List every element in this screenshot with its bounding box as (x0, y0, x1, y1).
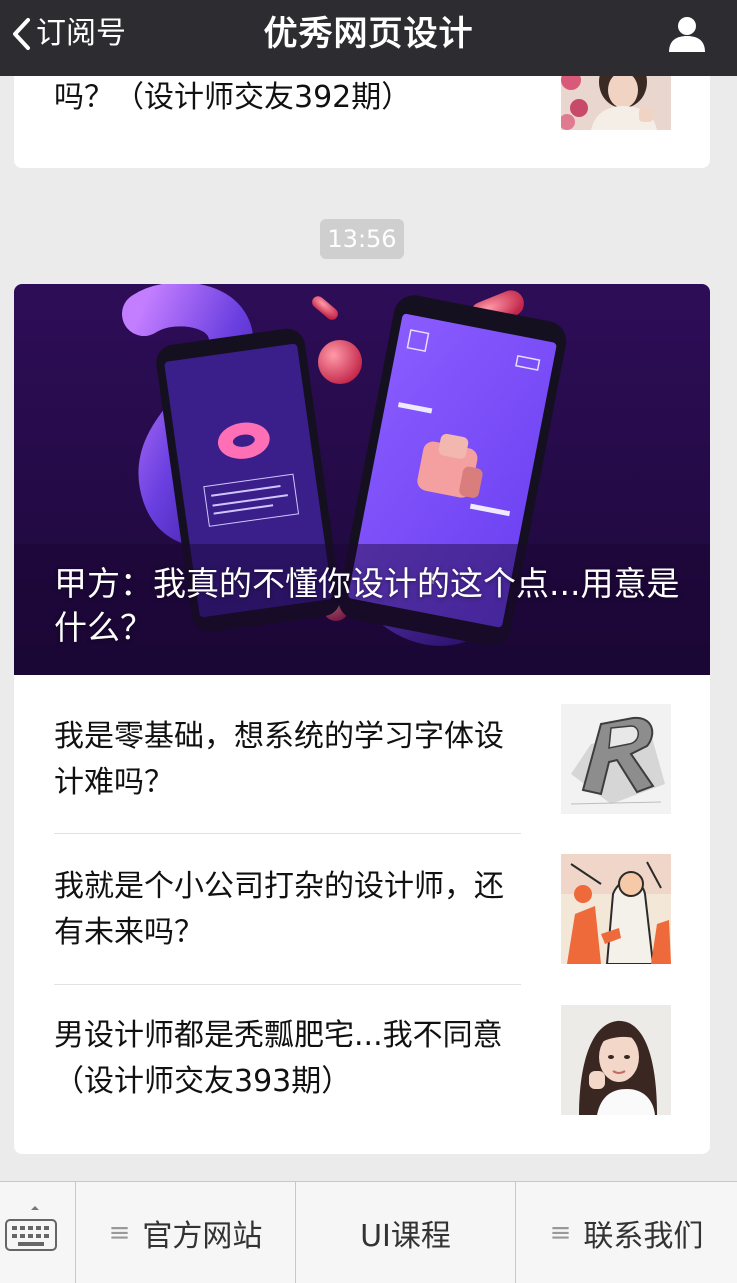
profile-button[interactable] (667, 14, 707, 54)
sub-article-title: 男设计师都是秃瓢肥宅...我不同意（设计师交友393期） (54, 1018, 503, 1099)
previous-article-card[interactable]: 吗？（设计师交友392期） (14, 60, 710, 168)
main-article-title: 甲方：我真的不懂你设计的这个点...用意是什么？ (54, 564, 680, 647)
menu-contact-us[interactable]: ≡ 联系我们 (516, 1182, 737, 1283)
sub-article-title: 我就是个小公司打杂的设计师，还有未来吗？ (54, 869, 504, 950)
menu-label: 官方网站 (142, 1219, 263, 1254)
sub-article-thumbnail (561, 1005, 671, 1115)
submenu-lines-icon: ≡ (549, 1218, 572, 1248)
list-item[interactable]: 男设计师都是秃瓢肥宅...我不同意（设计师交友393期） (14, 985, 710, 1135)
sub-article-thumbnail (561, 854, 671, 964)
menu-label: 联系我们 (583, 1219, 704, 1254)
submenu-lines-icon: ≡ (108, 1218, 131, 1248)
keyboard-icon (5, 1206, 57, 1251)
previous-article-title: 吗？（设计师交友392期） (54, 80, 412, 115)
message-timestamp: 13:56 (320, 219, 404, 259)
main-article-hero[interactable]: 甲方：我真的不懂你设计的这个点...用意是什么？ (14, 284, 710, 675)
list-item[interactable]: 我就是个小公司打杂的设计师，还有未来吗？ (14, 834, 710, 984)
sub-article-thumbnail (561, 704, 671, 814)
page-title: 优秀网页设计 (263, 14, 474, 54)
bottom-menu-bar: ≡ 官方网站 UI课程 ≡ 联系我们 (0, 1181, 737, 1283)
nav-header: 订阅号 优秀网页设计 (0, 0, 737, 76)
menu-official-site[interactable]: ≡ 官方网站 (76, 1182, 296, 1283)
menu-ui-course[interactable]: UI课程 (296, 1182, 516, 1283)
article-group-card: 甲方：我真的不懂你设计的这个点...用意是什么？ 我是零基础，想系统的学习字体设… (14, 284, 710, 1154)
article-list-page: 订阅号 优秀网页设计 吗？（设计师交友392期） 13:56 甲方：我真的不懂你… (0, 0, 737, 1283)
sub-article-title: 我是零基础，想系统的学习字体设计难吗？ (54, 719, 504, 800)
menu-label: UI课程 (360, 1219, 451, 1254)
list-item[interactable]: 我是零基础，想系统的学习字体设计难吗？ (14, 684, 710, 834)
user-icon (669, 17, 705, 52)
keyboard-toggle-button[interactable] (0, 1182, 76, 1283)
